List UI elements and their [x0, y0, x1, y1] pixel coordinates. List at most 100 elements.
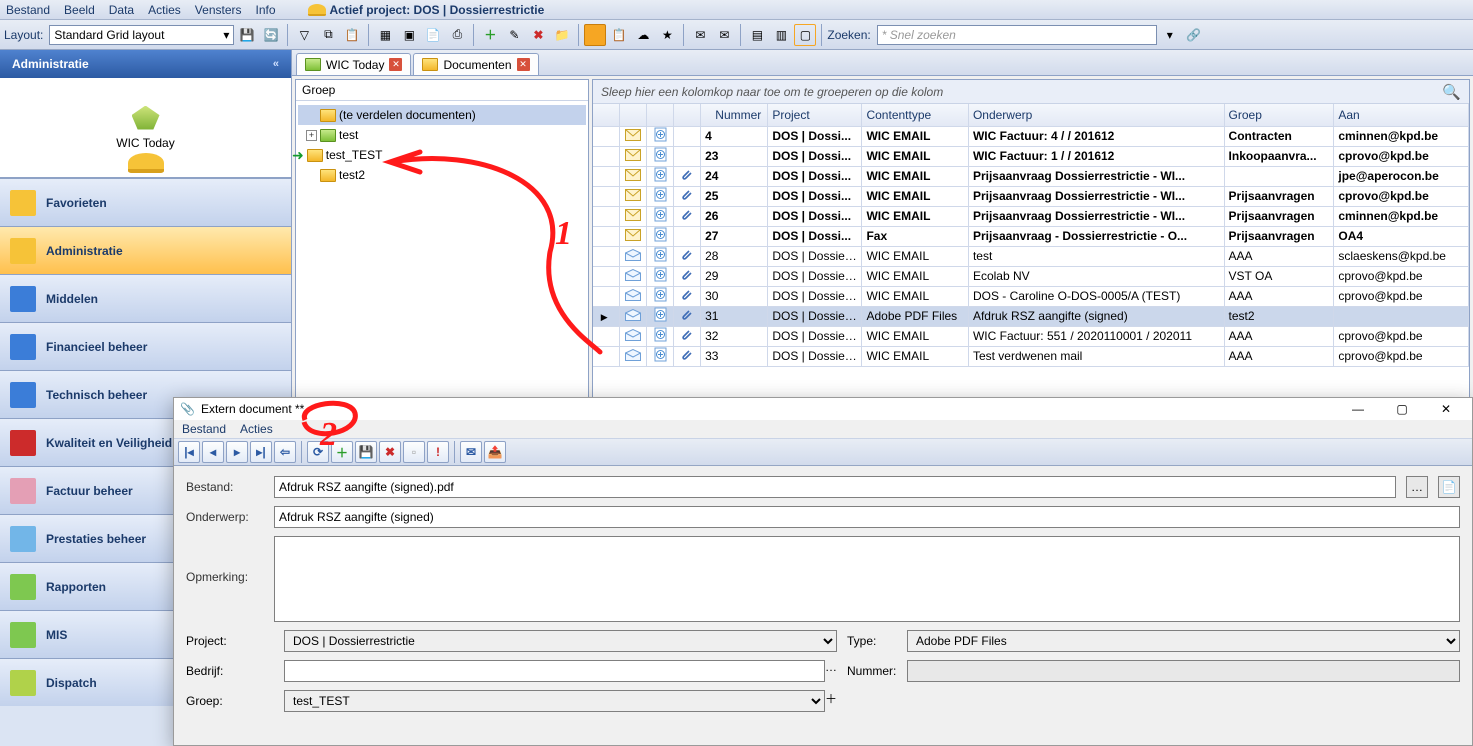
grid-row[interactable]: 23DOS | Dossi...WIC EMAILWIC Factuur: 1 …	[593, 146, 1469, 166]
close-tab-icon[interactable]: ✕	[389, 58, 402, 71]
label-project: Project:	[186, 634, 274, 648]
send-icon[interactable]: 📤	[484, 441, 506, 463]
tree-node-test[interactable]: + test	[298, 125, 586, 145]
grid-row[interactable]: 24DOS | Dossi...WIC EMAILPrijsaanvraag D…	[593, 166, 1469, 186]
cell-aan: cprovo@kpd.be	[1334, 346, 1469, 366]
minimize-button[interactable]: —	[1338, 399, 1378, 419]
star-icon[interactable]: ★	[656, 24, 678, 46]
mail-icon[interactable]: ✉	[460, 441, 482, 463]
tree-node-test2[interactable]: test2	[298, 165, 586, 185]
layout2-icon[interactable]: ▥	[770, 24, 792, 46]
copy-icon[interactable]: ⧉	[317, 24, 339, 46]
group-hint[interactable]: Sleep hier een kolomkop naar toe om te g…	[593, 80, 1469, 104]
close-button[interactable]: ✕	[1426, 399, 1466, 419]
edit-icon[interactable]: ✎	[503, 24, 525, 46]
delete-icon[interactable]: ✖	[379, 441, 401, 463]
select-groep[interactable]: test_TEST	[284, 690, 825, 712]
save-icon[interactable]: 💾	[355, 441, 377, 463]
input-opmerking[interactable]	[274, 536, 1460, 622]
save-icon[interactable]: 💾	[236, 24, 258, 46]
attachment-icon	[674, 226, 701, 246]
annotation-number-2: 2	[320, 416, 337, 454]
orange-box-icon[interactable]	[584, 24, 606, 46]
warn-icon[interactable]: !	[427, 441, 449, 463]
grid-row[interactable]: 28DOS | Dossierr...WIC EMAILtestAAAsclae…	[593, 246, 1469, 266]
layout3-icon[interactable]: ▢	[794, 24, 816, 46]
add-icon[interactable]: ＋	[479, 24, 501, 46]
prev-icon[interactable]: ◂	[202, 441, 224, 463]
mail-icon[interactable]: ✉	[689, 24, 711, 46]
first-icon[interactable]: |◂	[178, 441, 200, 463]
grid-row[interactable]: 33DOS | Dossierr...WIC EMAILTest verdwen…	[593, 346, 1469, 366]
refresh-icon[interactable]: 🔄	[260, 24, 282, 46]
cell-aan: cminnen@kpd.be	[1334, 206, 1469, 226]
doc-icon	[647, 166, 674, 186]
export-icon[interactable]: ⎙	[446, 24, 468, 46]
grid-row[interactable]: 27DOS | Dossi...FaxPrijsaanvraag - Dossi…	[593, 226, 1469, 246]
search-dropdown-icon[interactable]: ▾	[1159, 24, 1181, 46]
col-icon[interactable]: ▦	[374, 24, 396, 46]
sidebar-item-middelen[interactable]: Middelen	[0, 274, 291, 322]
dialog-title-bar[interactable]: 📎 Extern document ** — ▢ ✕	[174, 398, 1472, 420]
sidebar-item-label: Administratie	[46, 244, 123, 258]
grid-header-row[interactable]: Nummer Project Contenttype Onderwerp Gro…	[593, 104, 1469, 126]
sidebar-item-financieel-beheer[interactable]: Financieel beheer	[0, 322, 291, 370]
sidebar-item-favorieten[interactable]: Favorieten	[0, 178, 291, 226]
search-input[interactable]: * Snel zoeken	[877, 25, 1157, 45]
close-tab-icon[interactable]: ✕	[517, 58, 530, 71]
clear-icon[interactable]: ▫	[403, 441, 425, 463]
folder-icon[interactable]: 📁	[551, 24, 573, 46]
maximize-button[interactable]: ▢	[1382, 399, 1422, 419]
menu-bestand[interactable]: Bestand	[6, 3, 50, 17]
paste-icon[interactable]: 📋	[341, 24, 363, 46]
collapse-icon[interactable]: «	[273, 58, 279, 70]
tree-node-test-test[interactable]: ➜ test_TEST	[298, 145, 586, 165]
layout-select[interactable]: Standard Grid layout▾	[49, 25, 234, 45]
wic-icon[interactable]	[132, 106, 160, 130]
search-icon[interactable]: 🔍	[1442, 83, 1461, 101]
delete-icon[interactable]: ✖	[527, 24, 549, 46]
last-icon[interactable]: ▸|	[250, 441, 272, 463]
input-bedrijf[interactable]	[284, 660, 825, 682]
cloud-icon[interactable]: ☁	[632, 24, 654, 46]
menu-data[interactable]: Data	[109, 3, 134, 17]
menu-acties[interactable]: Acties	[148, 3, 181, 17]
open-doc-button[interactable]: 📄	[1438, 476, 1460, 498]
expand-icon[interactable]: +	[306, 130, 317, 141]
grid-row[interactable]: 26DOS | Dossi...WIC EMAILPrijsaanvraag D…	[593, 206, 1469, 226]
filter-icon[interactable]: ▽	[293, 24, 315, 46]
input-bestand[interactable]	[274, 476, 1396, 498]
dlg-menu-bestand[interactable]: Bestand	[182, 422, 226, 436]
grid-row[interactable]: 31DOS | Dossierr...Adobe PDF FilesAfdruk…	[593, 306, 1469, 326]
doc-icon[interactable]: 📄	[422, 24, 444, 46]
grid-row[interactable]: 30DOS | Dossierr...WIC EMAILDOS - Caroli…	[593, 286, 1469, 306]
menu-vensters[interactable]: Vensters	[195, 3, 242, 17]
dlg-menu-acties[interactable]: Acties	[240, 422, 273, 436]
cell-groep	[1224, 166, 1334, 186]
tab-documenten[interactable]: Documenten ✕	[413, 53, 538, 75]
grid-row[interactable]: 29DOS | Dossierr...WIC EMAILEcolab NVVST…	[593, 266, 1469, 286]
mail2-icon[interactable]: ✉	[713, 24, 735, 46]
select-type[interactable]: Adobe PDF Files	[907, 630, 1460, 652]
groep-add[interactable]: ＋	[825, 690, 837, 712]
tab-wic-today[interactable]: WIC Today ✕	[296, 53, 411, 75]
menu-beeld[interactable]: Beeld	[64, 3, 95, 17]
next-icon[interactable]: ▸	[226, 441, 248, 463]
grid-row[interactable]: 4DOS | Dossi...WIC EMAILWIC Factuur: 4 /…	[593, 126, 1469, 146]
layout1-icon[interactable]: ▤	[746, 24, 768, 46]
tree-node-te-verdelen[interactable]: (te verdelen documenten)	[298, 105, 586, 125]
grid-row[interactable]: 32DOS | Dossierr...WIC EMAILWIC Factuur:…	[593, 326, 1469, 346]
back-icon[interactable]: ⇦	[274, 441, 296, 463]
browse-button[interactable]: …	[1406, 476, 1428, 498]
input-onderwerp[interactable]	[274, 506, 1460, 528]
sidebar-item-administratie[interactable]: Administratie	[0, 226, 291, 274]
hardhat-icon[interactable]	[128, 153, 164, 173]
view-icon[interactable]: ▣	[398, 24, 420, 46]
clipboard-icon[interactable]: 📋	[608, 24, 630, 46]
select-project[interactable]: DOS | Dossierrestrictie	[284, 630, 837, 652]
link-icon[interactable]: 🔗	[1183, 24, 1205, 46]
grid-row[interactable]: 25DOS | Dossi...WIC EMAILPrijsaanvraag D…	[593, 186, 1469, 206]
bedrijf-browse[interactable]: …	[825, 660, 837, 682]
sidebar-icon	[10, 430, 36, 456]
menu-info[interactable]: Info	[256, 3, 276, 17]
